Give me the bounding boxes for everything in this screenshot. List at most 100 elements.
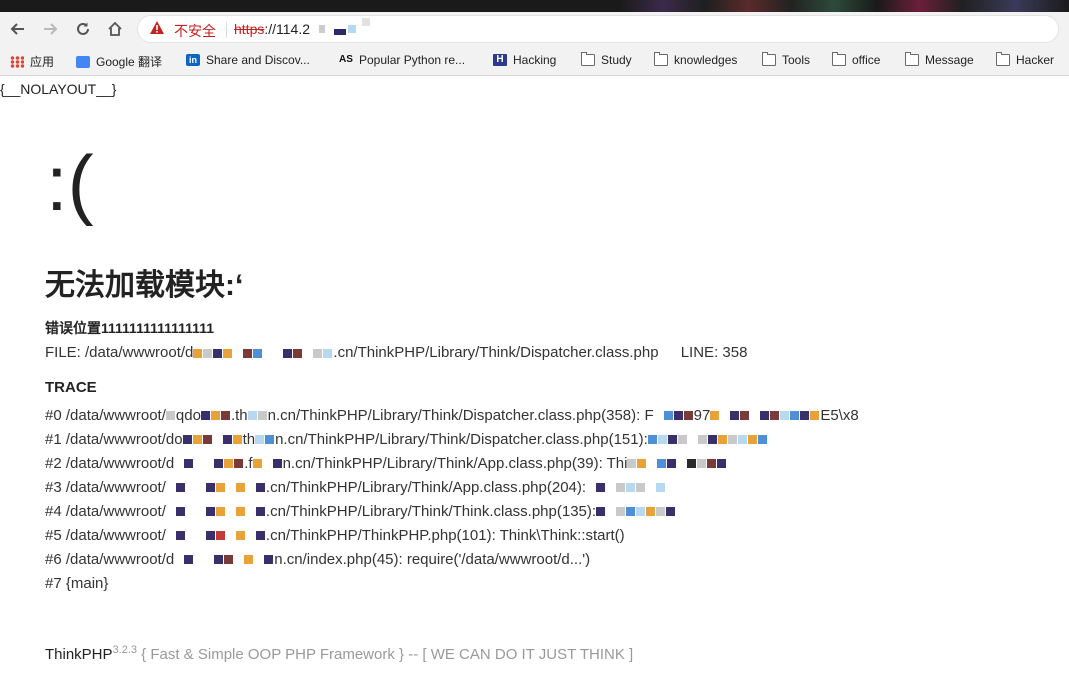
bookmark-label: Hacker bbox=[1016, 53, 1055, 67]
trace-text: 97 bbox=[693, 407, 711, 424]
trace-heading: TRACE bbox=[45, 379, 97, 396]
redacted-mosaic bbox=[165, 500, 266, 524]
forward-arrow-icon bbox=[44, 23, 58, 35]
redacted-mosaic bbox=[334, 29, 346, 35]
redacted-mosaic bbox=[165, 476, 266, 500]
bookmark-label: Message bbox=[925, 53, 974, 67]
bookmark-folder-study[interactable]: Study bbox=[581, 52, 632, 67]
bookmark-folder-office[interactable]: office bbox=[832, 52, 881, 67]
back-button[interactable] bbox=[6, 18, 30, 40]
bookmark-folder-knowledges[interactable]: knowledges bbox=[654, 52, 737, 67]
error-title: 无法加载模块:‘ bbox=[45, 269, 244, 302]
bookmark-share-and-discover[interactable]: in Share and Discov... bbox=[186, 53, 310, 67]
trace-text: E5\x8 bbox=[820, 407, 859, 424]
footer-slogan: { Fast & Simple OOP PHP Framework } -- [… bbox=[137, 646, 634, 663]
trace-row: #1 /data/wwwroot/do th n.cn/ThinkPHP/Libra… bbox=[45, 428, 859, 452]
browser-toolbar: 不安全 https://114.2 bbox=[0, 12, 1069, 46]
trace-list: #0 /data/wwwroot/qdo .th n.cn/ThinkPHP/Lib… bbox=[45, 404, 859, 596]
forward-button[interactable] bbox=[38, 18, 62, 40]
trace-text: .f bbox=[244, 455, 253, 472]
linkedin-icon: in bbox=[186, 54, 200, 66]
redacted-mosaic bbox=[255, 428, 275, 452]
trace-row: #0 /data/wwwroot/qdo .th n.cn/ThinkPHP/Lib… bbox=[45, 404, 859, 428]
back-arrow-icon bbox=[10, 23, 24, 35]
redacted-mosaic bbox=[586, 476, 666, 500]
url-host: ://114.2 bbox=[264, 21, 311, 37]
bookmark-folder-message[interactable]: Message bbox=[905, 52, 974, 67]
redacted-mosaic bbox=[362, 18, 370, 26]
bookmark-label: Share and Discov... bbox=[206, 53, 310, 67]
folder-icon bbox=[905, 52, 919, 66]
bookmark-label: Tools bbox=[782, 53, 811, 67]
as-logo-icon: AS bbox=[339, 54, 353, 65]
bookmark-folder-hacker[interactable]: Hacker bbox=[996, 52, 1055, 67]
redacted-mosaic bbox=[193, 345, 333, 362]
redacted-mosaic bbox=[653, 404, 694, 428]
trace-text: .cn/ThinkPHP/Library/Think/App.class.php… bbox=[265, 479, 587, 496]
footer-brand: ThinkPHP bbox=[45, 646, 113, 663]
bookmark-google-translate[interactable]: Google 翻译 bbox=[76, 53, 162, 70]
file-path-suffix: .cn/ThinkPHP/Library/Think/Dispatcher.cl… bbox=[333, 344, 659, 361]
redacted-mosaic bbox=[710, 404, 820, 428]
reload-icon bbox=[77, 22, 89, 35]
folder-icon bbox=[654, 52, 668, 66]
trace-text: n.cn/index.php(45): require('/data/wwwro… bbox=[274, 551, 591, 568]
folder-icon bbox=[581, 52, 595, 66]
trace-text: .th bbox=[230, 407, 248, 424]
redacted-mosaic bbox=[174, 452, 244, 476]
trace-text: qdo bbox=[175, 407, 201, 424]
not-secure-label[interactable]: 不安全 bbox=[174, 21, 216, 41]
url-text[interactable]: https://114.2 bbox=[234, 21, 310, 37]
redacted-mosaic bbox=[247, 404, 268, 428]
url-scheme: https bbox=[234, 21, 265, 37]
warning-triangle-icon bbox=[150, 21, 164, 34]
home-button[interactable] bbox=[103, 18, 127, 40]
bookmark-label: Google 翻译 bbox=[96, 55, 163, 69]
redacted-mosaic bbox=[319, 25, 325, 33]
trace-row: #5 /data/wwwroot/ .cn/ThinkPHP/ThinkPHP.p… bbox=[45, 524, 859, 548]
window-top-strip bbox=[0, 0, 1069, 12]
trace-text: n.cn/ThinkPHP/Library/Think/Dispatcher.c… bbox=[267, 407, 654, 424]
bookmark-hacking[interactable]: H Hacking bbox=[493, 53, 556, 67]
google-translate-icon bbox=[76, 55, 90, 68]
sad-face: :( bbox=[46, 139, 94, 227]
trace-text: .cn/ThinkPHP/ThinkPHP.php(101): Think\Th… bbox=[265, 527, 625, 544]
redacted-mosaic bbox=[348, 25, 356, 33]
redacted-mosaic bbox=[165, 404, 176, 428]
folder-icon bbox=[996, 52, 1010, 66]
bookmark-label: office bbox=[852, 53, 881, 67]
bookmark-label: Hacking bbox=[513, 53, 557, 67]
trace-text: #4 /data/wwwroot/ bbox=[45, 503, 166, 520]
trace-text: n.cn/ThinkPHP/Library/Think/Dispatcher.c… bbox=[275, 431, 648, 448]
line-number: LINE: 358 bbox=[680, 344, 748, 361]
bookmarks-bar: 应用 Google 翻译 in Share and Discov... AS P… bbox=[0, 46, 1069, 76]
folder-icon bbox=[832, 52, 846, 66]
bookmark-popular-python[interactable]: AS Popular Python re... bbox=[339, 53, 465, 67]
trace-row: #2 /data/wwwroot/d .f n.cn/ThinkPHP/Librar… bbox=[45, 452, 859, 476]
bookmark-apps[interactable]: 应用 bbox=[10, 53, 54, 70]
trace-text: #6 /data/wwwroot/d bbox=[45, 551, 175, 568]
redacted-mosaic bbox=[627, 452, 727, 476]
trace-text: #3 /data/wwwroot/ bbox=[45, 479, 166, 496]
trace-row: #7 {main} bbox=[45, 572, 859, 596]
trace-text: #5 /data/wwwroot/ bbox=[45, 527, 166, 544]
trace-row: #3 /data/wwwroot/ .cn/ThinkPHP/Library/Th… bbox=[45, 476, 859, 500]
redacted-mosaic bbox=[200, 404, 231, 428]
trace-row: #6 /data/wwwroot/d n.cn/index.php(45): re… bbox=[45, 548, 859, 572]
folder-icon bbox=[762, 52, 776, 66]
bookmark-label: Study bbox=[601, 53, 632, 67]
address-bar[interactable]: 不安全 https://114.2 bbox=[137, 15, 1059, 43]
file-path-prefix: FILE: /data/wwwroot/d bbox=[45, 344, 194, 361]
bookmark-label: Popular Python re... bbox=[359, 53, 466, 67]
redacted-mosaic bbox=[165, 524, 266, 548]
h-logo-icon: H bbox=[493, 54, 507, 66]
bookmark-folder-tools[interactable]: Tools bbox=[762, 52, 811, 67]
trace-row: #4 /data/wwwroot/ .cn/ThinkPHP/Library/Th… bbox=[45, 500, 859, 524]
apps-grid-icon bbox=[10, 55, 24, 68]
file-line: FILE: /data/wwwroot/d .cn/ThinkPHP/Librar… bbox=[45, 344, 747, 362]
reload-button[interactable] bbox=[71, 18, 95, 40]
trace-text: #0 /data/wwwroot/ bbox=[45, 407, 166, 424]
trace-text: #1 /data/wwwroot/do bbox=[45, 431, 183, 448]
trace-text: .cn/ThinkPHP/Library/Think/Think.class.p… bbox=[265, 503, 597, 520]
error-position-label: 错误位置1111111111111111 bbox=[45, 320, 214, 336]
